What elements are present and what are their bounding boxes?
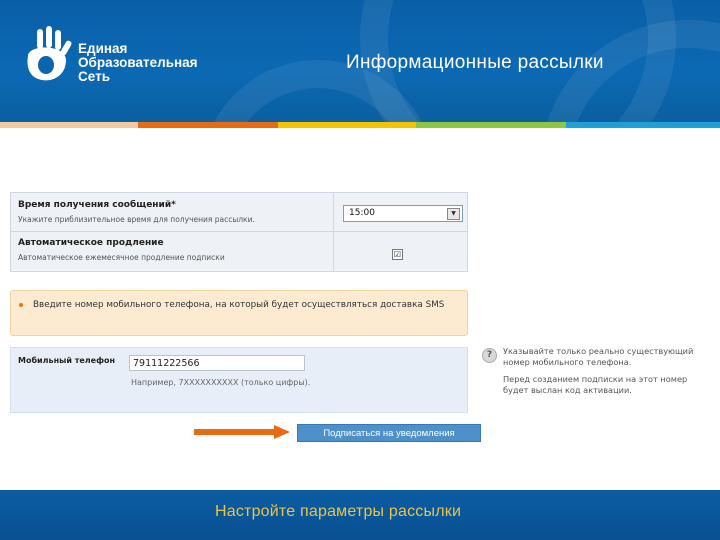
subscribe-button[interactable]: Подписаться на уведомления (297, 424, 481, 442)
time-row: Время получения сообщений* Укажите прибл… (11, 193, 467, 232)
phone-panel: Мобильный телефон 79111222566 Например, … (10, 347, 468, 413)
settings-panel: Время получения сообщений* Укажите прибл… (10, 192, 468, 272)
help-paragraph: Перед созданием подписки на этот номер б… (503, 374, 688, 395)
time-select-value: 15:00 (349, 208, 375, 218)
renew-description: Автоматическое ежемесячное продление под… (18, 253, 225, 262)
time-select[interactable]: 15:00 ▼ (343, 205, 463, 222)
footer-caption: Настройте параметры рассылки (215, 503, 462, 520)
chevron-down-icon[interactable]: ▼ (447, 208, 460, 220)
header: Единая Образовательная Сеть Информационн… (0, 0, 720, 122)
renew-label: Автоматическое продление (18, 238, 164, 248)
color-stripe (0, 122, 720, 128)
renew-checkbox[interactable]: ☑ (392, 249, 403, 260)
time-label: Время получения сообщений* (18, 200, 176, 210)
phone-label: Мобильный телефон (18, 356, 116, 365)
phone-notice: Введите номер мобильного телефона, на ко… (10, 290, 468, 336)
help-text: Указывайте только реально существующий н… (503, 346, 708, 402)
stripe-segment (0, 122, 138, 128)
stripe-segment (278, 122, 416, 128)
time-description: Укажите приблизительное время для получе… (18, 215, 255, 224)
page-title: Информационные рассылки (346, 52, 604, 73)
brand-line: Образовательная (78, 55, 198, 70)
brand-name: Единая Образовательная Сеть (78, 42, 198, 84)
question-icon: ? (482, 348, 497, 363)
brand-line: Сеть (78, 69, 110, 84)
stripe-segment (566, 122, 720, 128)
phone-input[interactable]: 79111222566 (129, 355, 305, 371)
phone-hint: Например, 7XXXXXXXXXX (только цифры). (131, 378, 311, 387)
bullet-icon (19, 303, 23, 307)
pointer-arrow-icon (194, 425, 290, 439)
stripe-segment (138, 122, 278, 128)
stripe-segment (416, 122, 566, 128)
column-divider (333, 193, 334, 271)
brand-line: Единая (78, 41, 128, 56)
notice-text: Введите номер мобильного телефона, на ко… (33, 300, 445, 310)
hand-logo-icon (27, 26, 72, 81)
help-paragraph: Указывайте только реально существующий н… (503, 346, 694, 367)
